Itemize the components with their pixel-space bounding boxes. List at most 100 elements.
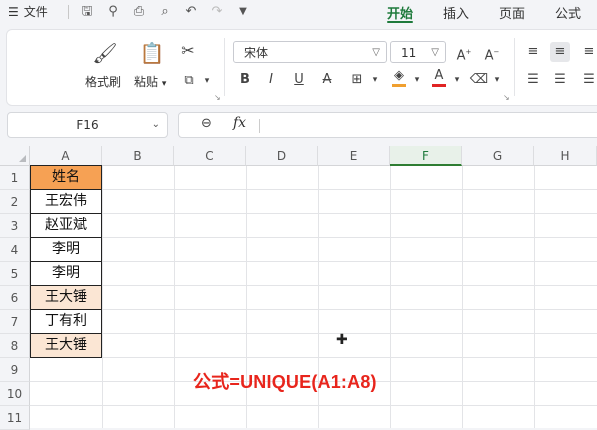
divider <box>259 119 260 133</box>
print-icon[interactable]: ⎙ <box>130 3 148 21</box>
chevron-down-icon[interactable]: ▼ <box>234 3 252 21</box>
font-name-value: 宋体 <box>244 46 269 60</box>
zoom-icon[interactable]: ⊖ <box>201 116 212 131</box>
chevron-down-icon[interactable]: ▾ <box>365 70 385 90</box>
italic-icon[interactable]: I <box>261 70 281 90</box>
gridline <box>30 357 597 358</box>
row-header[interactable]: 8 <box>0 334 30 358</box>
font-name-select[interactable]: 宋体 ▽ <box>233 41 387 63</box>
file-menu-label: 文件 <box>23 5 48 19</box>
gridline <box>102 166 103 428</box>
dialog-launcher-icon[interactable]: ↘ <box>503 93 510 102</box>
print-preview-icon[interactable]: ⌕ <box>156 3 174 21</box>
row-header[interactable]: 9 <box>0 358 30 382</box>
cell-a6[interactable]: 王大锤 <box>30 285 102 310</box>
decrease-font-icon[interactable]: A− <box>482 42 502 63</box>
font-size-select[interactable]: 11 ▽ <box>390 41 446 63</box>
row-header[interactable]: 1 <box>0 166 30 190</box>
row-header[interactable]: 6 <box>0 286 30 310</box>
align-left-icon[interactable]: ☰ <box>523 70 543 90</box>
copy-icon[interactable]: ⧉ <box>179 71 199 91</box>
strikethrough-icon[interactable]: A <box>317 70 337 90</box>
align-center-icon[interactable]: ☰ <box>550 70 570 90</box>
column-header-b[interactable]: B <box>102 146 174 166</box>
hamburger-icon: ☰ <box>8 4 19 19</box>
gridline <box>30 285 597 286</box>
cell-a4[interactable]: 李明 <box>30 237 102 262</box>
redo-icon[interactable]: ↷ <box>208 3 226 21</box>
gridline <box>30 189 597 190</box>
gridline <box>174 166 175 428</box>
column-header-f[interactable]: F <box>390 146 462 166</box>
tab-page[interactable]: 页面 <box>499 3 525 22</box>
chevron-down-icon[interactable]: ▾ <box>447 70 467 90</box>
row-header[interactable]: 5 <box>0 262 30 286</box>
chevron-down-icon[interactable]: ▾ <box>197 71 217 91</box>
clear-format-icon[interactable]: ⌫ <box>469 70 489 90</box>
underline-icon[interactable]: U <box>289 70 309 90</box>
column-header-e[interactable]: E <box>318 146 390 166</box>
file-menu[interactable]: ☰ 文件 <box>8 3 48 20</box>
gridline <box>462 166 463 428</box>
gridline <box>30 261 597 262</box>
increase-font-icon[interactable]: A+ <box>454 42 474 63</box>
row-header[interactable]: 7 <box>0 310 30 334</box>
align-top-icon[interactable]: ≡ <box>523 42 543 62</box>
name-box-value: F16 <box>76 118 99 132</box>
row-header[interactable]: 4 <box>0 238 30 262</box>
group-divider <box>514 38 515 96</box>
dialog-launcher-icon[interactable]: ↘ <box>214 93 221 102</box>
font-color-icon[interactable]: A <box>429 68 449 88</box>
gridline <box>534 166 535 428</box>
chevron-down-icon: ▽ <box>372 47 380 58</box>
row-header[interactable]: 10 <box>0 382 30 406</box>
chevron-down-icon[interactable]: ▾ <box>407 70 427 90</box>
row-header[interactable]: 2 <box>0 190 30 214</box>
name-box[interactable]: F16 ⌄ <box>7 112 168 138</box>
column-header-h[interactable]: H <box>534 146 597 166</box>
cell-a3[interactable]: 赵亚斌 <box>30 213 102 238</box>
save-icon[interactable]: 🖫 <box>78 3 96 21</box>
ribbon: 🖌 格式刷 📋 粘贴 ▾ ✂ ⧉ ▾ ↘ 宋体 ▽ 11 ▽ A+ A− B I… <box>6 29 597 106</box>
row-header[interactable]: 11 <box>0 406 30 430</box>
select-all-corner[interactable] <box>0 146 30 166</box>
cell-a8[interactable]: 王大锤 <box>30 333 102 358</box>
row-header[interactable]: 3 <box>0 214 30 238</box>
column-header-a[interactable]: A <box>30 146 102 166</box>
column-header-c[interactable]: C <box>174 146 246 166</box>
borders-icon[interactable]: ⊞ <box>347 70 367 90</box>
cut-icon[interactable]: ✂ <box>175 38 201 64</box>
undo-icon[interactable]: ↶ <box>182 3 200 21</box>
chevron-down-icon: ⌄ <box>151 119 160 130</box>
active-tab-indicator <box>387 21 413 23</box>
align-middle-icon[interactable]: ≡ <box>550 42 570 62</box>
chevron-down-icon: ▾ <box>161 79 167 89</box>
format-painter-icon[interactable]: 🖌 <box>92 40 118 66</box>
format-painter-label[interactable]: 格式刷 <box>85 73 121 90</box>
format-painter-quick-icon[interactable]: ⚲ <box>104 3 122 21</box>
gridline <box>390 166 391 428</box>
paste-button[interactable]: 粘贴 ▾ <box>134 73 166 90</box>
gridline <box>30 237 597 238</box>
cell-a1[interactable]: 姓名 <box>30 165 102 190</box>
align-bottom-icon[interactable]: ≡ <box>579 42 597 62</box>
fill-color-icon[interactable]: ◈ <box>389 68 409 88</box>
cell-a2[interactable]: 王宏伟 <box>30 189 102 214</box>
paste-label: 粘贴 <box>134 75 159 89</box>
tab-insert[interactable]: 插入 <box>443 3 469 22</box>
chevron-down-icon[interactable]: ▾ <box>487 70 507 90</box>
column-header-d[interactable]: D <box>246 146 318 166</box>
divider <box>68 5 69 19</box>
bold-icon[interactable]: B <box>235 70 255 90</box>
tab-formula[interactable]: 公式 <box>555 3 581 22</box>
cell-a7[interactable]: 丁有利 <box>30 309 102 334</box>
function-icon[interactable]: fx <box>233 115 246 131</box>
column-header-g[interactable]: G <box>462 146 534 166</box>
paste-icon[interactable]: 📋 <box>139 40 165 66</box>
group-divider <box>224 38 225 96</box>
cell-a5[interactable]: 李明 <box>30 261 102 286</box>
align-right-icon[interactable]: ☰ <box>579 70 597 90</box>
cell-cursor-icon: ✚ <box>336 332 348 348</box>
tab-home[interactable]: 开始 <box>387 3 413 22</box>
formula-input[interactable]: ⊖ fx <box>178 112 597 138</box>
